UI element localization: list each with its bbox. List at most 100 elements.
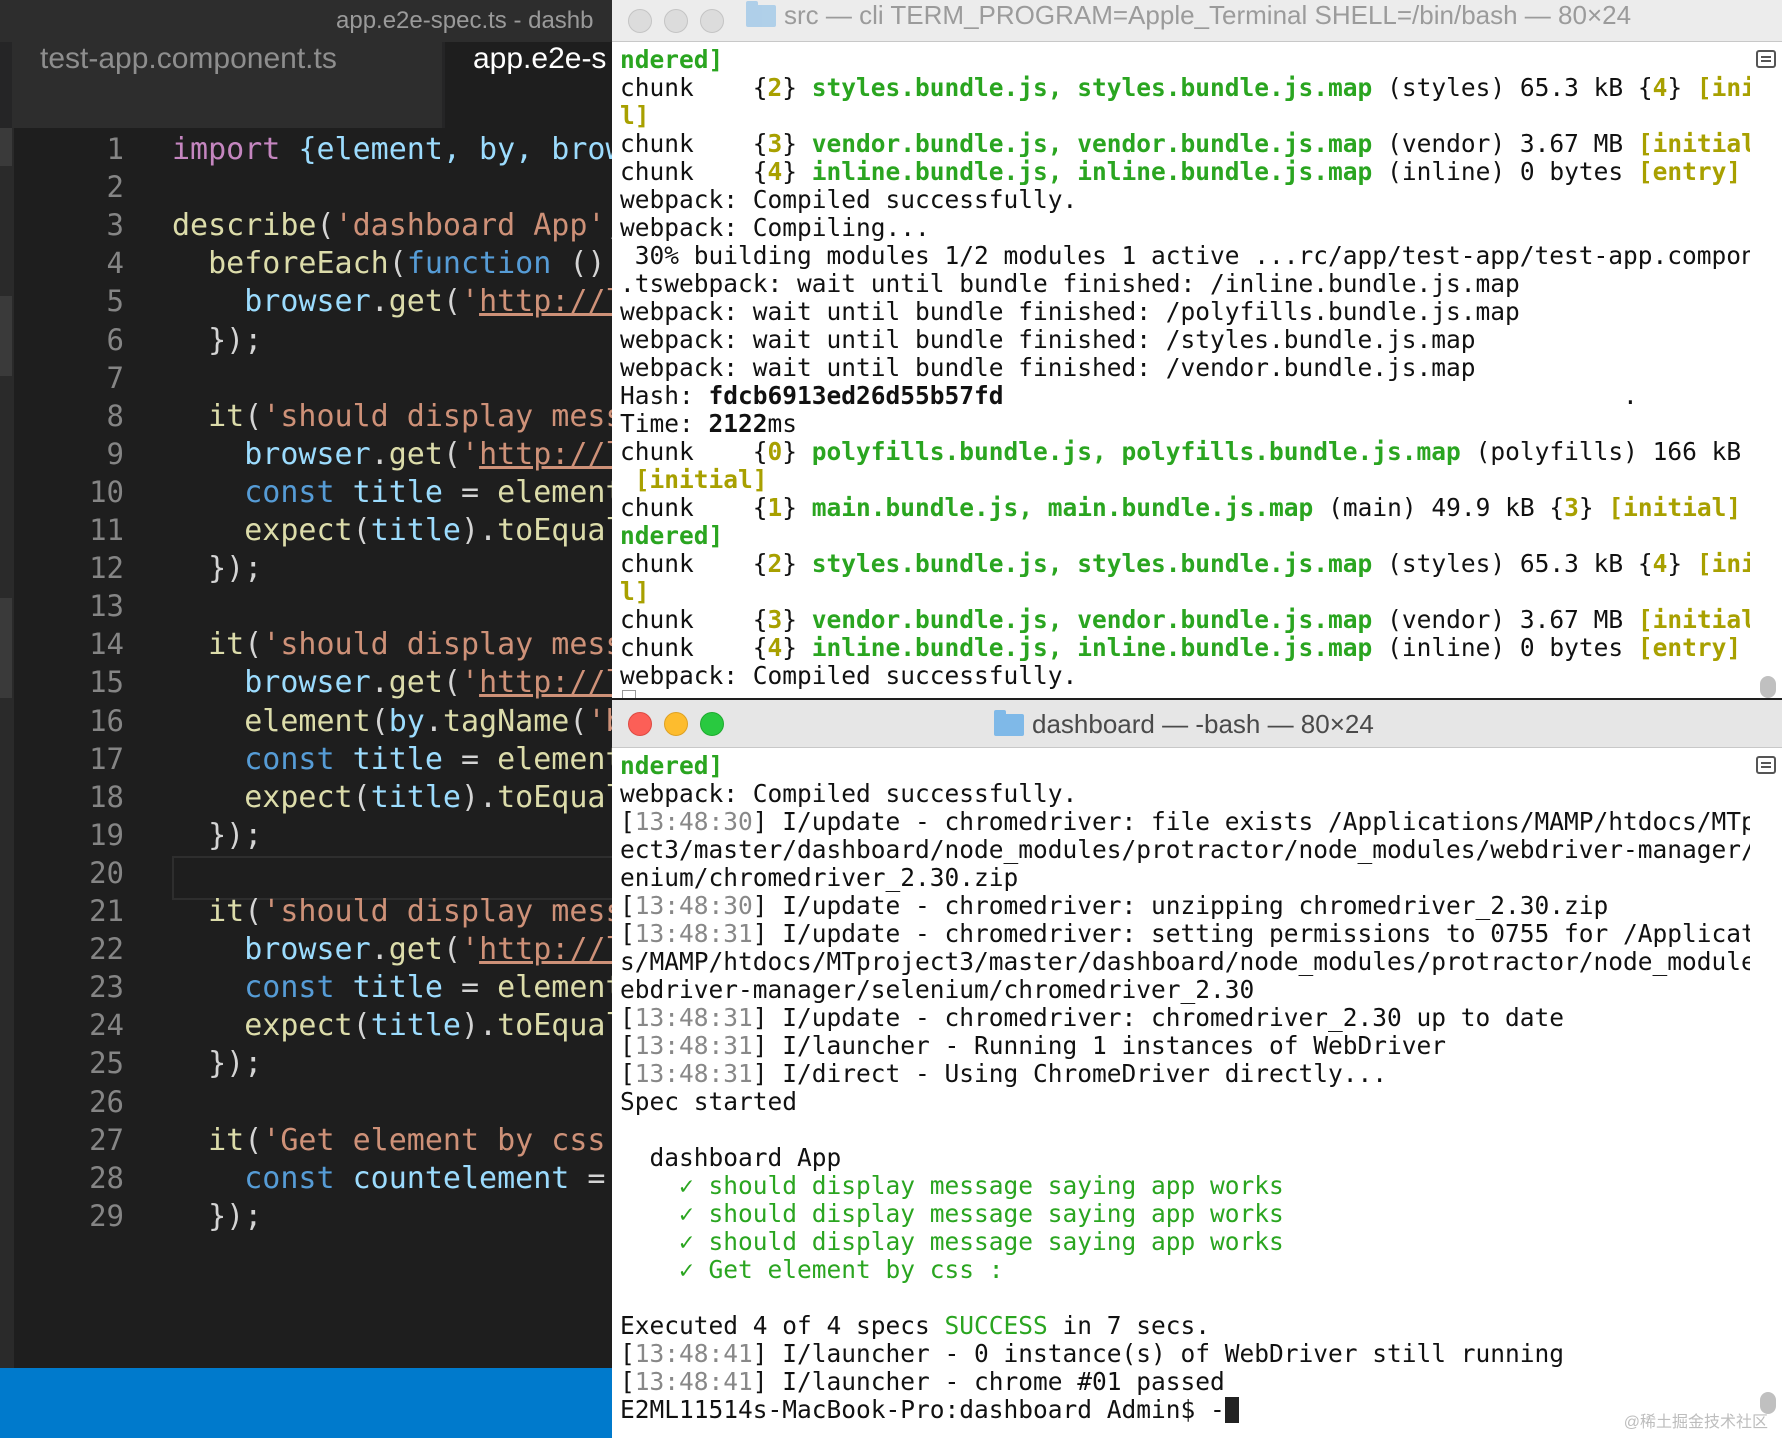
split-pane-icon[interactable] [1756,50,1776,68]
line-number: 19 [89,817,124,852]
code-token: title [370,1008,461,1044]
terminal-text: 3 [1564,493,1579,522]
terminal-text: in 7 secs. [1047,1311,1211,1340]
line-number: 8 [106,398,124,433]
line-number: 22 [89,932,124,967]
terminal-text: (inline) 0 bytes [1372,633,1638,662]
terminal-text: 2 [767,73,783,102]
terminal-text: Executed 4 of 4 specs [620,1311,945,1340]
terminal-line: [13:48:30] I/update - chromedriver: unzi… [620,892,1750,920]
terminal-text: vendor.bundle.js, vendor.bundle.js.map [811,605,1373,634]
terminal-text: ] I/update - chromedriver: file exists /… [752,807,1750,836]
code-line: beforeEach(function () [172,242,624,285]
terminal-text: (vendor) 3.67 MB [1372,605,1638,634]
code-line: import {element, by, brows [172,128,642,171]
close-button[interactable] [628,9,652,33]
terminal-line: enium/chromedriver_2.30.zip [620,864,1750,892]
terminal-text: webpack: wait until bundle finished: /st… [620,325,1476,354]
terminal-text: chunk { [620,157,768,186]
terminal-text: 2 [767,549,783,578]
terminal-text: [ [620,807,635,836]
terminal-line: webpack: wait until bundle finished: /ve… [620,354,1750,382]
code-line: it('should display messa [172,890,642,933]
code-token: browser [172,284,371,320]
terminal-text: ] I/launcher - chrome #01 passed [752,1367,1225,1396]
code-token: ' [461,284,480,320]
editor-tab-bar: test-app.component.ts app.e2e-s [0,42,645,128]
zoom-button[interactable] [700,712,724,736]
terminal-line: chunk {3} vendor.bundle.js, vendor.bundl… [620,130,1750,158]
code-area[interactable]: import {element, by, brows describe('dash… [172,128,652,1368]
terminal-text: } [1578,493,1609,522]
code-token: it [172,398,245,434]
scrollbar-thumb[interactable] [1760,676,1776,698]
code-token: ). [461,1008,498,1044]
code-token: 'Get element by css [262,1122,624,1158]
line-number: 26 [89,1084,124,1119]
code-line: browser.get('http://lo [172,661,641,704]
terminal-text: [ [620,1339,635,1368]
status-bar [0,1368,640,1438]
terminal-text: [entry] [1637,157,1742,186]
terminal-line: [13:48:31] I/launcher - Running 1 instan… [620,1032,1750,1060]
terminal-line: Spec started [620,1088,1750,1116]
terminal-text: 2122 [708,409,768,438]
terminal-text: dashboard App [620,1143,842,1172]
terminal-text: } [782,437,812,466]
minimize-button[interactable] [664,9,688,33]
code-line: const title = element [172,738,623,781]
code-token: element [497,474,624,510]
terminal-line: webpack: Compiled successfully. [620,780,1750,808]
shell-prompt[interactable]: E2ML11514s-MacBook-Pro:dashboard Admin$ … [620,1396,1750,1424]
code-token: ( [442,436,461,472]
code-token: }); [172,322,263,358]
code-token: browser [172,436,371,472]
minimize-button[interactable] [664,712,688,736]
terminal-line: Time: 2122ms [620,410,1750,438]
tab-test-app-component[interactable]: test-app.component.ts [12,42,442,128]
code-token: = [442,474,498,510]
code-token: ' [461,932,480,968]
terminal-text: (styles) 65.3 kB { [1372,73,1653,102]
code-token: it [172,627,245,663]
zoom-button[interactable] [700,9,724,33]
terminal-text: s/MAMP/htdocs/MTproject3/master/dashboar… [620,947,1750,976]
code-token: ( [316,208,335,244]
code-token: = [442,741,498,777]
line-number: 12 [89,551,124,586]
code-token: ). [461,779,498,815]
split-pane-icon[interactable] [1756,756,1776,774]
line-number: 21 [89,894,124,928]
code-token: ' [461,665,480,701]
line-number: 3 [106,208,124,243]
terminal-output: ndered] webpack: Compiled successfully. [1… [620,752,1750,1438]
terminal-window-src[interactable]: src — cli TERM_PROGRAM=Apple_Terminal SH… [612,0,1782,698]
line-number: 7 [106,360,124,395]
code-line: const countelement = [172,1157,624,1200]
code-token: 'should display messa [262,627,642,663]
activity-marker [0,598,12,698]
code-token: it [172,1122,245,1158]
code-token: = [442,970,498,1006]
terminal-line: l] [620,102,1750,130]
code-token: title [352,970,443,1006]
terminal-text: ndered] [620,752,724,780]
code-token: title [370,513,461,548]
line-number: 15 [89,665,124,700]
code-token: }); [172,817,263,853]
terminal-text: } [782,549,812,578]
code-line: browser.get('http://lo [172,433,641,476]
terminal-window-dashboard[interactable]: dashboard — -bash — 80×24 ndered] webpack… [612,700,1782,1438]
folder-icon [994,710,1024,736]
code-line: browser.get('http://lo [172,280,641,323]
close-button[interactable] [628,712,652,736]
code-token: const [172,741,353,777]
terminal-line: chunk {0} polyfills.bundle.js, polyfills… [620,438,1750,466]
code-token: ( [244,627,263,663]
terminal-text: SUCCESS [944,1311,1048,1340]
code-token: describe [172,208,317,244]
terminal-text: 4 [767,633,783,662]
terminal-text: [ [620,1031,635,1060]
code-token: ( [442,932,461,968]
terminal-text: chunk { [620,549,768,578]
